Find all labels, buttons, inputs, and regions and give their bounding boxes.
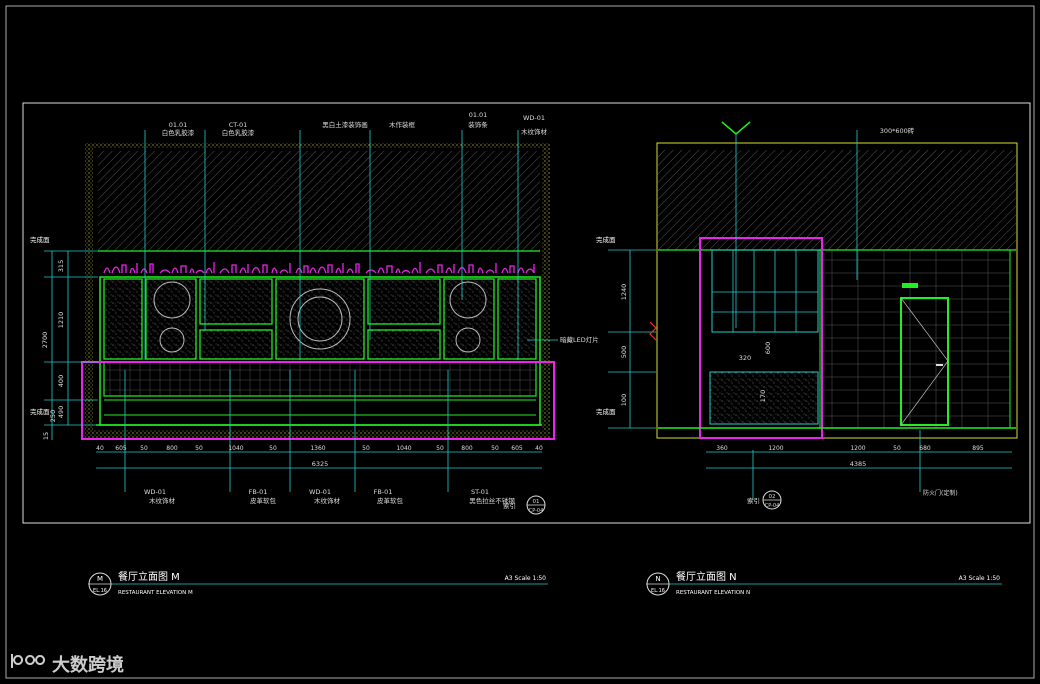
svg-text:1360: 1360 [310,445,325,452]
svg-text:50: 50 [195,445,203,452]
tag-text: 木作装框 [389,120,416,129]
index-top: 01 [533,499,540,505]
svg-text:50: 50 [269,445,277,452]
tag-code: CT-01 [229,121,248,129]
tag-text: 皮革软包 [250,496,277,505]
tag-code: WD-01 [144,488,166,496]
tag-text: 黑白土漆装饰画 [322,120,368,129]
dim-label: 315 [57,260,65,272]
svg-text:1200: 1200 [768,445,783,452]
inner-dim: 600 [764,342,772,354]
total-dim: 6325 [312,460,329,468]
index-bottom: CP-04 [765,503,780,509]
dim-label: 2700 [41,332,49,349]
title-letter: N [655,575,660,583]
dim-label: 1240 [620,284,628,301]
svg-text:1040: 1040 [228,445,243,452]
tile-wall [819,249,1011,429]
title-sheet: EL.16 [651,588,665,594]
title-letter: M [97,575,103,583]
level-mark: 完成面 [596,407,616,416]
ceiling-hatch-n [658,150,1016,250]
title-block-n: N EL.16 餐厅立面图 N RESTAURANT ELEVATION N A… [651,570,1000,596]
svg-text:1200: 1200 [850,445,865,452]
tag-text: 木纹饰材 [521,127,548,136]
watermark-logo-icon [11,654,46,668]
tag-text: 皮革软包 [377,496,404,505]
title-block-m: M EL.16 餐厅立面图 M RESTAURANT ELEVATION M A… [93,570,546,596]
svg-text:50: 50 [436,445,444,452]
svg-text:50: 50 [140,445,148,452]
tag-code: 01.01 [469,111,488,119]
tag-code: FB-01 [249,488,268,496]
index-prefix: 索引 [503,501,516,510]
level-mark: 完成面 [30,407,50,416]
watermark-text: 大数跨境 [52,654,124,676]
elevation-m [44,130,558,492]
dim-label: 250 [49,410,57,422]
cad-drawing-canvas: 01.01 白色乳胶漆 CT-01 白色乳胶漆 黑白土漆装饰画 木作装框 01.… [5,5,1035,679]
svg-text:800: 800 [461,445,473,452]
dim-label: 400 [57,375,65,387]
inner-dim: 170 [759,390,767,402]
tag-code: WD-01 [309,488,331,496]
tag-text: 白色乳胶漆 [162,128,195,137]
wall-panels-m [103,278,537,360]
title-cn: 餐厅立面图 N [676,570,737,583]
svg-text:50: 50 [362,445,370,452]
index-prefix: 索引 [747,496,760,505]
bottom-dims-n: 360 1200 1200 50 680 895 [716,445,984,452]
title-scale: A3 Scale 1:50 [959,575,1001,582]
tag-text: 白色乳胶漆 [222,128,255,137]
tag-code: 01.01 [169,121,188,129]
door-label: 防火门(定制) [923,489,958,497]
svg-text:360: 360 [716,445,728,452]
dim-label: 490 [57,406,65,418]
bottom-dims-m: 40 605 50 800 50 1040 50 1360 50 1040 50… [96,445,543,452]
svg-text:605: 605 [115,445,127,452]
svg-text:800: 800 [166,445,178,452]
pendant-lamp [721,121,751,135]
dim-label: 500 [620,346,628,358]
inner-dim: 320 [739,354,751,362]
level-mark: 完成面 [596,235,616,244]
tag-text: 300*600砖 [880,126,915,135]
svg-text:40: 40 [96,445,104,452]
title-sheet: EL.16 [93,588,107,594]
tag-text: 木纹饰材 [314,496,341,505]
dim-label: 100 [620,394,628,406]
watermark: 大数跨境 [11,654,124,676]
level-mark: 完成面 [30,235,50,244]
svg-text:50: 50 [491,445,499,452]
led-label: 暗藏LED灯片 [560,335,599,344]
elevation-n [608,121,1018,500]
ceiling-hatch-m [98,151,540,251]
svg-text:50: 50 [893,445,901,452]
svg-text:680: 680 [919,445,931,452]
exit-sign [902,283,918,288]
index-top: 02 [769,494,776,500]
tag-code: WD-01 [523,114,545,122]
dim-label: 15 [42,432,50,440]
tag-code: ST-01 [471,488,489,496]
title-scale: A3 Scale 1:50 [505,575,547,582]
bench-grid [103,361,537,397]
svg-text:1040: 1040 [396,445,411,452]
dim-label: 1210 [57,312,65,329]
tag-code: FB-01 [374,488,393,496]
title-cn: 餐厅立面图 M [118,570,180,583]
tag-text: 木纹饰材 [149,496,176,505]
tag-text: 装饰条 [468,120,488,129]
title-en: RESTAURANT ELEVATION N [676,590,750,596]
index-bottom: CP-04 [529,508,544,514]
svg-text:895: 895 [972,445,984,452]
svg-text:605: 605 [511,445,523,452]
total-dim: 4385 [850,460,867,468]
svg-text:40: 40 [535,445,543,452]
title-en: RESTAURANT ELEVATION M [118,590,193,596]
